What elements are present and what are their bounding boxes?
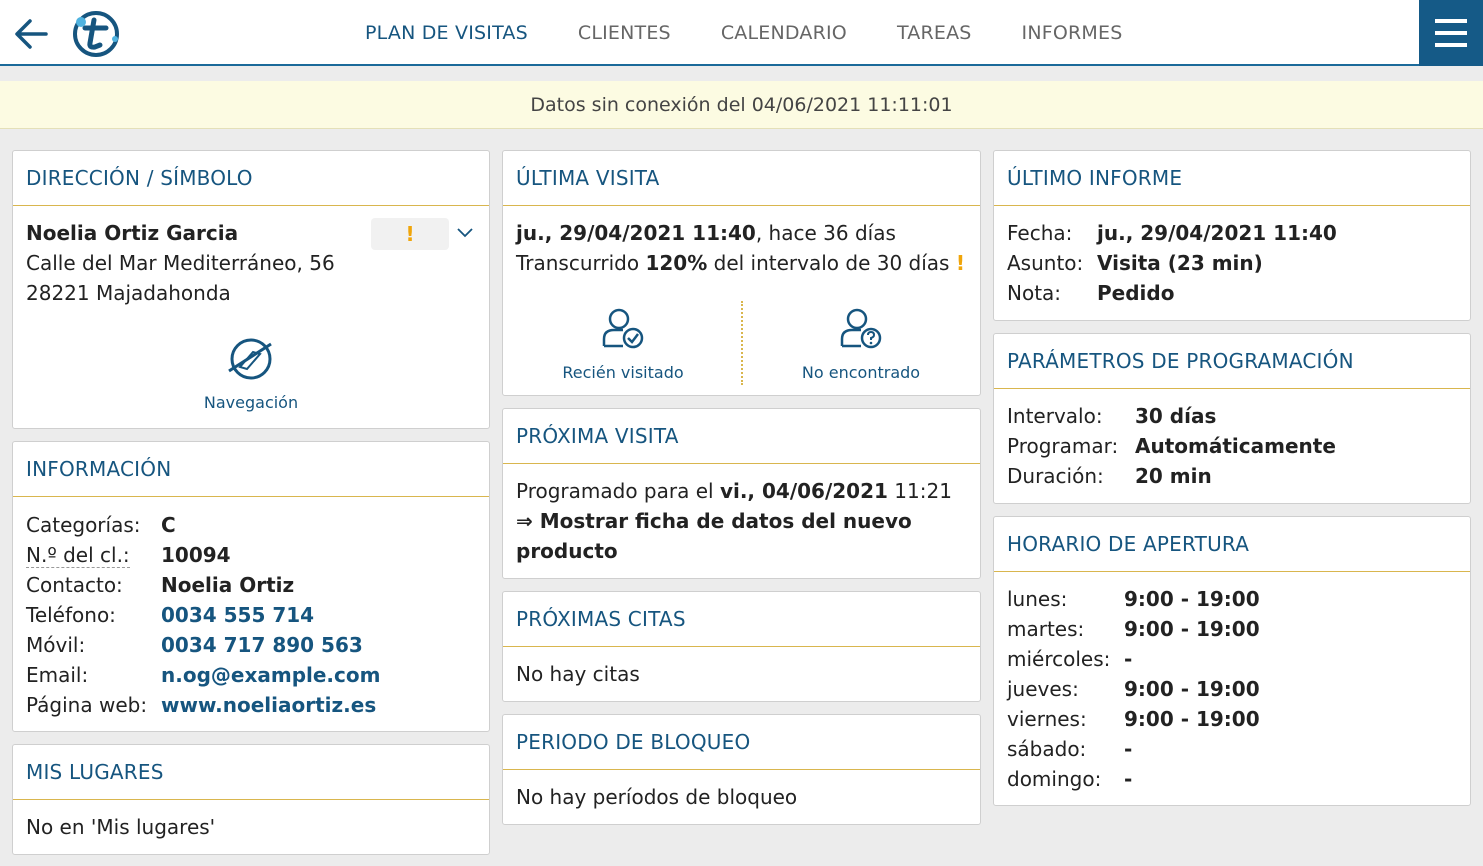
day-hours: 9:00 - 19:00 bbox=[1124, 677, 1260, 701]
next-visit-note: ⇒ Mostrar ficha de datos del nuevo produ… bbox=[516, 509, 912, 563]
value-categories: C bbox=[161, 513, 176, 537]
visited-button[interactable]: Recién visitado bbox=[543, 306, 703, 388]
elapsed-line: Transcurrido 120% del intervalo de 30 dí… bbox=[516, 251, 965, 275]
value-schedule: Automáticamente bbox=[1135, 434, 1336, 458]
label-email: Email: bbox=[26, 663, 89, 687]
next-visit-card: PRÓXIMA VISITA Programado para el vi., 0… bbox=[502, 408, 981, 579]
value-contact: Noelia Ortiz bbox=[161, 573, 295, 597]
website-link[interactable]: www.noeliaortiz.es bbox=[161, 690, 376, 720]
app-logo bbox=[70, 9, 122, 59]
label-mobile: Móvil: bbox=[26, 633, 86, 657]
block-period-card: PERIODO DE BLOQUEO No hay períodos de bl… bbox=[502, 714, 981, 825]
day-label: sábado: bbox=[1007, 737, 1087, 761]
block-period-text: No hay períodos de bloqueo bbox=[516, 785, 798, 809]
label-contact: Contacto: bbox=[26, 573, 123, 597]
card-title: PRÓXIMA VISITA bbox=[503, 409, 980, 464]
user-check-icon bbox=[602, 308, 644, 349]
card-title: DIRECCIÓN / SÍMBOLO bbox=[13, 151, 489, 206]
day-hours: 9:00 - 19:00 bbox=[1124, 617, 1260, 641]
compass-icon bbox=[228, 338, 272, 380]
offline-banner: Datos sin conexión del 04/06/2021 11:11:… bbox=[0, 81, 1483, 129]
mobile-link[interactable]: 0034 717 890 563 bbox=[161, 630, 363, 660]
symbol-select[interactable]: ! bbox=[371, 218, 449, 250]
phone-link[interactable]: 0034 555 714 bbox=[161, 600, 314, 630]
not-found-label: No encontrado bbox=[801, 363, 921, 382]
address-card: DIRECCIÓN / SÍMBOLO Noelia Ortiz Garcia … bbox=[12, 150, 490, 429]
label-schedule: Programar: bbox=[1007, 434, 1119, 458]
value-duration: 20 min bbox=[1135, 464, 1212, 488]
value-date: ju., 29/04/2021 11:40 bbox=[1097, 221, 1337, 245]
appointments-text: No hay citas bbox=[516, 662, 640, 686]
places-text: No en 'Mis lugares' bbox=[26, 815, 216, 839]
places-card: MIS LUGARES No en 'Mis lugares' bbox=[12, 744, 490, 855]
card-title: PRÓXIMAS CITAS bbox=[503, 592, 980, 647]
opening-hours-card: HORARIO DE APERTURA lunes: 9:00 - 19:00 m… bbox=[993, 516, 1471, 806]
label-phone: Teléfono: bbox=[26, 603, 116, 627]
card-title: ÚLTIMO INFORME bbox=[994, 151, 1470, 206]
day-label: lunes: bbox=[1007, 587, 1068, 611]
label-duration: Duración: bbox=[1007, 464, 1104, 488]
tab-plan-de-visitas[interactable]: PLAN DE VISITAS bbox=[365, 22, 528, 44]
not-found-button[interactable]: No encontrado bbox=[781, 306, 941, 388]
warning-mark: ! bbox=[955, 251, 965, 275]
day-hours: - bbox=[1124, 767, 1133, 791]
back-arrow-icon[interactable] bbox=[12, 14, 52, 54]
label-categories: Categorías: bbox=[26, 513, 141, 537]
day-label: miércoles: bbox=[1007, 647, 1111, 671]
day-hours: - bbox=[1124, 737, 1133, 761]
city: 28221 Majadahonda bbox=[26, 281, 231, 305]
email-link[interactable]: n.og@example.com bbox=[161, 660, 380, 690]
day-label: viernes: bbox=[1007, 707, 1087, 731]
value-note: Pedido bbox=[1097, 281, 1175, 305]
appointments-card: PRÓXIMAS CITAS No hay citas bbox=[502, 591, 981, 702]
value-interval: 30 días bbox=[1135, 404, 1217, 428]
chevron-down-icon[interactable] bbox=[455, 220, 475, 250]
tab-informes[interactable]: INFORMES bbox=[1022, 22, 1123, 44]
label-interval: Intervalo: bbox=[1007, 404, 1103, 428]
label-note: Nota: bbox=[1007, 281, 1062, 305]
card-title: MIS LUGARES bbox=[13, 745, 489, 800]
day-hours: 9:00 - 19:00 bbox=[1124, 587, 1260, 611]
last-visit-date-line: ju., 29/04/2021 11:40, hace 36 días bbox=[516, 221, 896, 245]
day-label: jueves: bbox=[1007, 677, 1079, 701]
day-label: martes: bbox=[1007, 617, 1085, 641]
navigation-button[interactable]: Navegación bbox=[193, 334, 309, 418]
info-card: INFORMACIÓN Categorías: C N.º del cl.: 100… bbox=[12, 441, 490, 732]
tab-clientes[interactable]: CLIENTES bbox=[578, 22, 671, 44]
scheduling-params-card: PARÁMETROS DE PROGRAMACIÓN Intervalo: 30 … bbox=[993, 333, 1471, 504]
navigation-label: Navegación bbox=[203, 393, 299, 412]
tab-calendario[interactable]: CALENDARIO bbox=[721, 22, 847, 44]
day-hours: 9:00 - 19:00 bbox=[1124, 707, 1260, 731]
visited-label: Recién visitado bbox=[562, 363, 684, 382]
label-web: Página web: bbox=[26, 693, 148, 717]
day-label: domingo: bbox=[1007, 767, 1102, 791]
label-date: Fecha: bbox=[1007, 221, 1073, 245]
card-title: ÚLTIMA VISITA bbox=[503, 151, 980, 206]
card-title: PARÁMETROS DE PROGRAMACIÓN bbox=[994, 334, 1470, 389]
label-subject: Asunto: bbox=[1007, 251, 1084, 275]
value-subject: Visita (23 min) bbox=[1097, 251, 1263, 275]
user-question-icon bbox=[840, 308, 882, 349]
hamburger-menu-icon[interactable] bbox=[1419, 0, 1483, 66]
value-client-no: 10094 bbox=[161, 543, 231, 567]
card-title: PERIODO DE BLOQUEO bbox=[503, 715, 980, 770]
divider bbox=[741, 301, 743, 385]
street: Calle del Mar Mediterráneo, 56 bbox=[26, 251, 335, 275]
card-title: INFORMACIÓN bbox=[13, 442, 489, 497]
label-client-no: N.º del cl.: bbox=[26, 543, 130, 568]
day-hours: - bbox=[1124, 647, 1133, 671]
top-bar: PLAN DE VISITAS CLIENTES CALENDARIO TARE… bbox=[0, 0, 1483, 66]
scheduled-line: Programado para el vi., 04/06/2021 11:21 bbox=[516, 479, 952, 503]
last-visit-card: ÚLTIMA VISITA ju., 29/04/2021 11:40, hac… bbox=[502, 150, 981, 396]
last-report-card: ÚLTIMO INFORME Fecha: ju., 29/04/2021 11:… bbox=[993, 150, 1471, 321]
tab-tareas[interactable]: TAREAS bbox=[897, 22, 972, 44]
main-nav: PLAN DE VISITAS CLIENTES CALENDARIO TARE… bbox=[340, 0, 1148, 66]
card-title: HORARIO DE APERTURA bbox=[994, 517, 1470, 572]
